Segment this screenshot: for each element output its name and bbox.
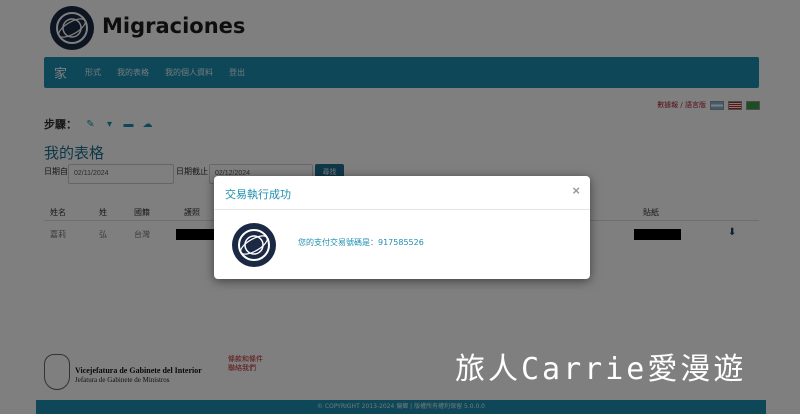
modal-title: 交易執行成功: [225, 188, 291, 201]
close-icon[interactable]: ×: [572, 183, 580, 198]
transaction-message: 您的支付交易號碼是：917585526: [298, 238, 424, 247]
watermark-text: 旅人Carrie愛漫遊: [455, 352, 747, 387]
modal-logo-icon: [232, 223, 276, 267]
modal-header: 交易執行成功 ×: [214, 176, 590, 210]
success-modal: 交易執行成功 × 您的支付交易號碼是：917585526: [214, 176, 590, 279]
